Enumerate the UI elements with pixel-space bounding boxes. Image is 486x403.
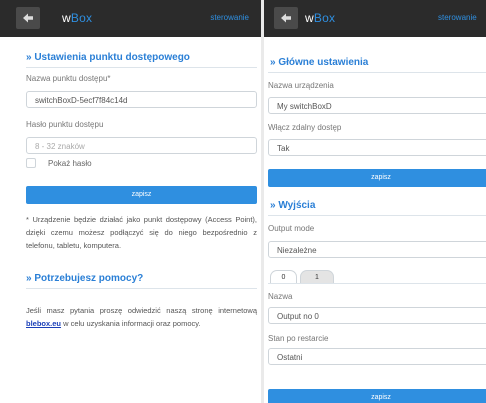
outputs-title: » Wyjścia: [270, 200, 316, 211]
ap-password-input[interactable]: 8 - 32 znaków: [26, 137, 257, 154]
divider: [26, 288, 257, 289]
save-main-button[interactable]: zapisz: [268, 169, 486, 187]
arrow-left-icon: [23, 13, 33, 23]
device-name-input[interactable]: My switchBoxD: [268, 97, 486, 114]
divider: [26, 67, 257, 68]
output-mode-label: Output mode: [268, 224, 315, 233]
main-settings-title: » Główne ustawienia: [270, 57, 369, 68]
remote-access-select[interactable]: Tak: [268, 139, 486, 156]
ap-name-label: Nazwa punktu dostępu*: [26, 74, 111, 83]
restart-state-label: Stan po restarcie: [268, 334, 329, 343]
ap-password-label: Hasło punktu dostępu: [26, 120, 104, 129]
tab-output-0[interactable]: 0: [270, 270, 297, 284]
help-text: Jeśli masz pytania proszę odwiedzić nasz…: [26, 306, 257, 328]
output-tabs: 0 1: [268, 270, 486, 284]
save-outputs-button[interactable]: zapisz: [268, 389, 486, 403]
top-bar: wBox sterowanie: [264, 0, 486, 37]
ap-name-input[interactable]: switchBoxD-5ecf7f84c14d: [26, 91, 257, 108]
device-name-label: Nazwa urządzenia: [268, 81, 334, 90]
access-point-panel: wBox sterowanie » Ustawienia punktu dost…: [0, 0, 261, 403]
control-link[interactable]: sterowanie: [210, 13, 249, 22]
output-name-input[interactable]: Output no 0: [268, 307, 486, 324]
show-password-label: Pokaż hasło: [48, 159, 92, 168]
top-bar: wBox sterowanie: [0, 0, 261, 37]
arrow-left-icon: [281, 13, 291, 23]
settings-panel: wBox sterowanie » Główne ustawienia Nazw…: [264, 0, 486, 403]
divider: [268, 215, 486, 216]
output-mode-select[interactable]: Niezależne: [268, 241, 486, 258]
control-link[interactable]: sterowanie: [438, 13, 477, 22]
divider: [268, 72, 486, 73]
divider: [268, 283, 486, 284]
back-button[interactable]: [16, 7, 40, 29]
back-button[interactable]: [274, 7, 298, 29]
save-ap-button[interactable]: zapisz: [26, 186, 257, 204]
wbox-logo: wBox: [305, 11, 336, 25]
show-password-checkbox[interactable]: [26, 158, 36, 168]
restart-state-select[interactable]: Ostatni: [268, 348, 486, 365]
tab-output-1[interactable]: 1: [300, 270, 334, 284]
blebox-link[interactable]: blebox.eu: [26, 319, 61, 328]
access-point-title: » Ustawienia punktu dostępowego: [26, 52, 190, 63]
remote-access-label: Włącz zdalny dostęp: [268, 123, 342, 132]
help-title: » Potrzebujesz pomocy?: [26, 273, 144, 284]
ap-note: * Urządzenie będzie działać jako punkt d…: [26, 215, 257, 250]
wbox-logo: wBox: [62, 11, 93, 25]
output-name-label: Nazwa: [268, 292, 293, 301]
